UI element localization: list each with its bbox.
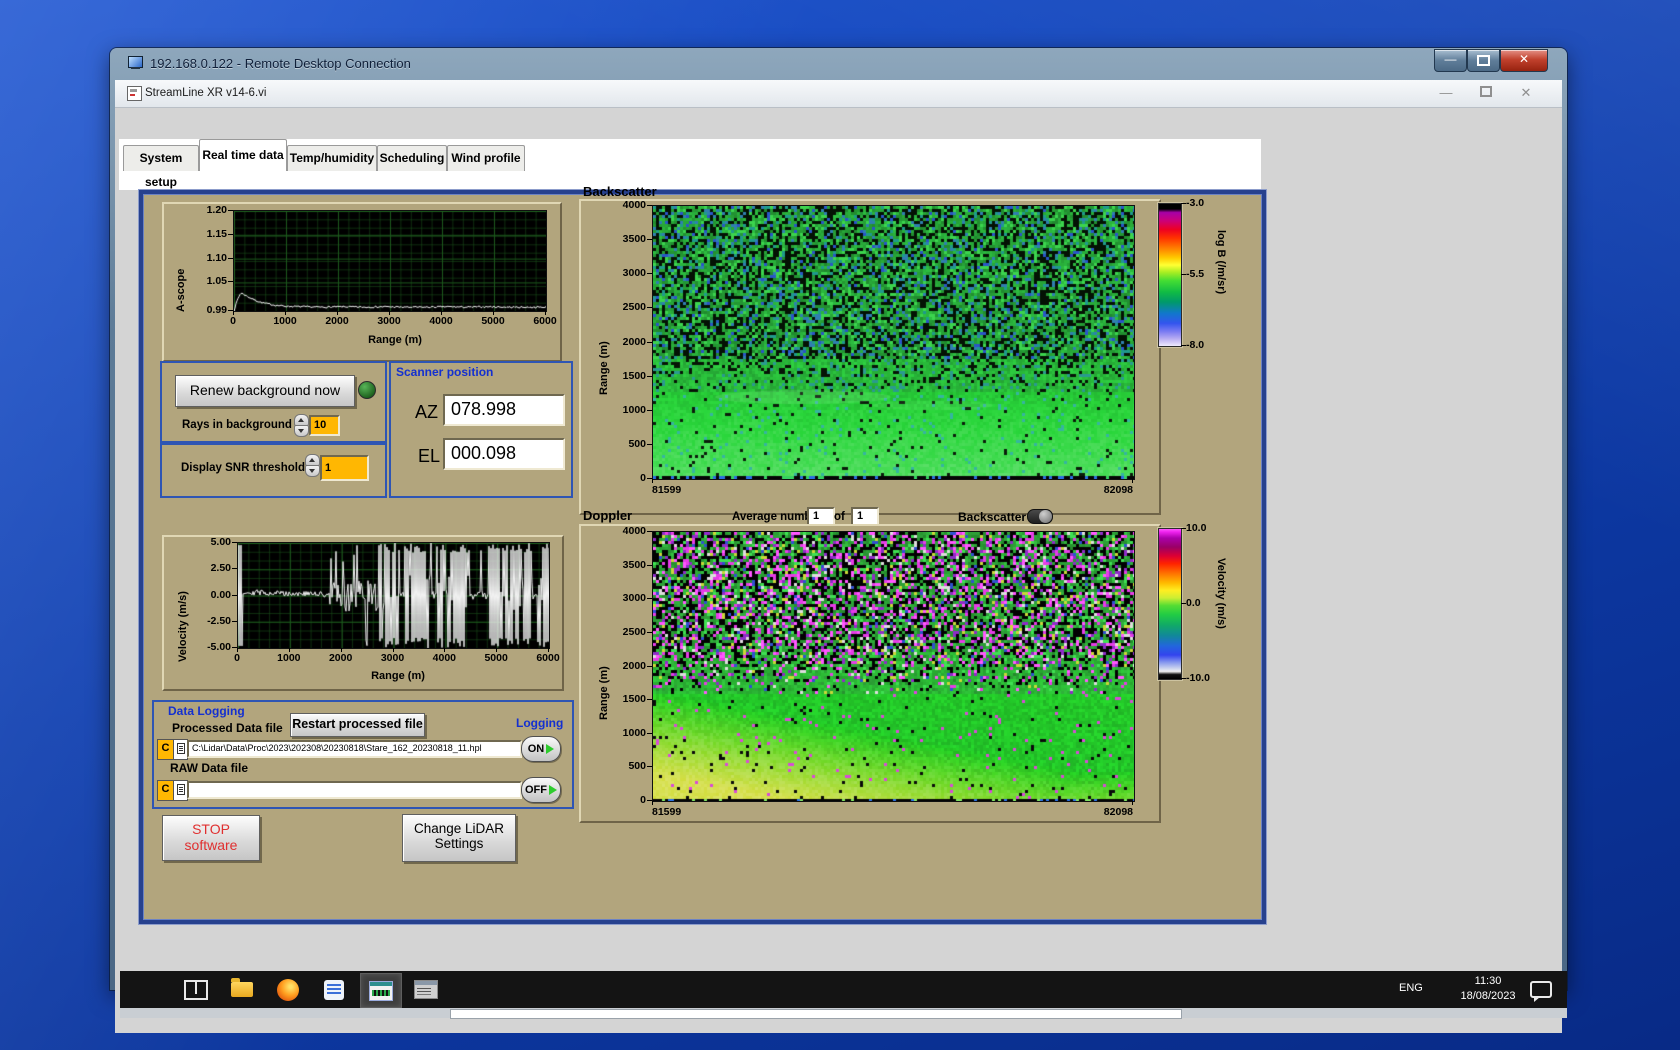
rdp-horizontal-scrollbar bbox=[120, 1008, 1567, 1018]
tab-real-time-data[interactable]: Real time data bbox=[199, 139, 287, 171]
raw-browse-button[interactable] bbox=[173, 780, 188, 801]
rdp-scrollbar-thumb[interactable] bbox=[450, 1009, 1182, 1019]
raw-data-file-label: RAW Data file bbox=[170, 761, 248, 775]
app-vi-icon bbox=[127, 86, 142, 101]
rdp-titlebar[interactable]: 192.168.0.122 - Remote Desktop Connectio… bbox=[110, 48, 1567, 80]
taskbar-clock-time[interactable]: 11:30 bbox=[1455, 975, 1521, 987]
data-logging-title: Data Logging bbox=[168, 704, 245, 718]
change-settings-line2: Settings bbox=[403, 836, 515, 851]
tab-scheduling[interactable]: Scheduling bbox=[377, 145, 447, 171]
snr-value-field[interactable]: 1 bbox=[320, 455, 369, 481]
az-label: AZ bbox=[415, 402, 438, 423]
backscatter-title: Backscatter bbox=[583, 184, 657, 199]
rdp-window-title: 192.168.0.122 - Remote Desktop Connectio… bbox=[150, 56, 411, 71]
stop-line2: software bbox=[163, 837, 259, 853]
raw-drive-box[interactable]: C bbox=[157, 780, 174, 801]
on-label: ON bbox=[528, 743, 545, 755]
ascope-y-axis-label: A-scope bbox=[175, 222, 187, 312]
rdp-window: 192.168.0.122 - Remote Desktop Connectio… bbox=[110, 48, 1567, 990]
taskbar-notes-app-icon[interactable] bbox=[314, 973, 354, 1006]
restart-processed-file-button[interactable]: Restart processed file bbox=[290, 713, 425, 737]
processed-browse-button[interactable] bbox=[173, 739, 188, 760]
processed-data-file-label: Processed Data file bbox=[172, 721, 283, 735]
processed-logging-on-button[interactable]: ON bbox=[521, 736, 561, 762]
app-close-button[interactable]: ✕ bbox=[1513, 85, 1539, 101]
remote-taskbar: ENG 11:30 18/08/2023 bbox=[120, 971, 1567, 1008]
app-window-title: StreamLine XR v14-6.vi bbox=[145, 87, 266, 99]
backscatter-colorbar-label: log B (/m/sr) bbox=[1215, 230, 1227, 360]
doppler-colorbar-label: Velocity (m/s) bbox=[1215, 558, 1227, 688]
remote-desktop-client: StreamLine XR v14-6.vi — ✕ System setup … bbox=[115, 80, 1562, 1033]
doppler-title: Doppler bbox=[583, 508, 632, 523]
doppler-plot bbox=[652, 531, 1135, 802]
backscatter-colorbar bbox=[1158, 203, 1182, 347]
rays-in-background-label: Rays in background bbox=[182, 419, 292, 431]
taskbar-streamline-app-icon[interactable] bbox=[360, 973, 402, 1008]
renew-background-led bbox=[358, 381, 376, 399]
velocity-x-axis-label: Range (m) bbox=[343, 670, 453, 682]
change-settings-line1: Change LiDAR bbox=[403, 821, 515, 836]
snr-spinner[interactable] bbox=[305, 454, 318, 476]
desktop: 192.168.0.122 - Remote Desktop Connectio… bbox=[0, 0, 1680, 1050]
of-label: of bbox=[834, 511, 845, 523]
processed-drive-box[interactable]: C bbox=[157, 739, 174, 760]
velocity-plot bbox=[237, 542, 550, 649]
on-arrow-icon bbox=[546, 744, 554, 754]
rays-value-field[interactable]: 10 bbox=[309, 415, 340, 436]
el-value-field[interactable]: 000.098 bbox=[443, 438, 565, 470]
raw-path-field[interactable] bbox=[187, 781, 522, 799]
rays-spinner[interactable] bbox=[294, 414, 307, 436]
rdp-minimize-button[interactable]: — bbox=[1434, 49, 1467, 72]
processed-path-field[interactable]: C:\Lidar\Data\Proc\2023\202308\20230818\… bbox=[187, 740, 522, 758]
taskbar-scan-scheduler-icon[interactable] bbox=[406, 973, 446, 1006]
app-maximize-button[interactable] bbox=[1473, 85, 1499, 100]
rdp-close-button[interactable]: ✕ bbox=[1500, 49, 1548, 72]
taskbar-notification-icon[interactable] bbox=[1530, 981, 1552, 998]
taskbar-clock-date[interactable]: 18/08/2023 bbox=[1455, 990, 1521, 1002]
rdp-maximize-button[interactable] bbox=[1467, 49, 1500, 72]
off-label: OFF bbox=[525, 784, 547, 796]
backscatter-toggle-label: Backscatter bbox=[958, 510, 1026, 524]
doppler-colorbar bbox=[1158, 528, 1182, 680]
scanner-position-title: Scanner position bbox=[396, 365, 493, 379]
off-arrow-icon bbox=[549, 785, 557, 795]
backscatter-toggle[interactable] bbox=[1027, 509, 1053, 524]
velocity-y-axis-label: Velocity (m/s) bbox=[177, 552, 189, 662]
tab-system-setup[interactable]: System setup bbox=[123, 145, 199, 171]
app-titlebar[interactable]: StreamLine XR v14-6.vi — ✕ bbox=[115, 80, 1562, 108]
renew-background-button[interactable]: Renew background now bbox=[175, 375, 355, 407]
snr-threshold-label: Display SNR threshold bbox=[181, 462, 305, 474]
az-value-field[interactable]: 078.998 bbox=[443, 394, 565, 426]
raw-logging-off-button[interactable]: OFF bbox=[521, 777, 561, 803]
el-label: EL bbox=[418, 446, 440, 467]
stop-software-button[interactable]: STOP software bbox=[162, 815, 260, 861]
backscatter-y-axis-label: Range (m) bbox=[598, 275, 610, 395]
app-minimize-button[interactable]: — bbox=[1433, 85, 1459, 100]
change-lidar-settings-button[interactable]: Change LiDAR Settings bbox=[402, 814, 516, 862]
ascope-x-axis-label: Range (m) bbox=[345, 334, 445, 346]
ascope-plot bbox=[233, 210, 547, 312]
taskbar-language-indicator[interactable]: ENG bbox=[1399, 982, 1423, 994]
tab-temp-humidity[interactable]: Temp/humidity bbox=[287, 145, 377, 171]
stop-line1: STOP bbox=[163, 821, 259, 837]
tab-wind-profile[interactable]: Wind profile bbox=[447, 145, 525, 171]
taskbar-firefox-icon[interactable] bbox=[268, 973, 308, 1006]
backscatter-plot bbox=[652, 205, 1135, 480]
taskbar-file-explorer-icon[interactable] bbox=[222, 973, 262, 1006]
taskbar-task-view-icon[interactable] bbox=[176, 973, 216, 1006]
rdp-computer-icon bbox=[128, 56, 144, 70]
logging-label: Logging bbox=[516, 716, 563, 730]
doppler-y-axis-label: Range (m) bbox=[598, 600, 610, 720]
scanner-position-box bbox=[389, 361, 573, 498]
